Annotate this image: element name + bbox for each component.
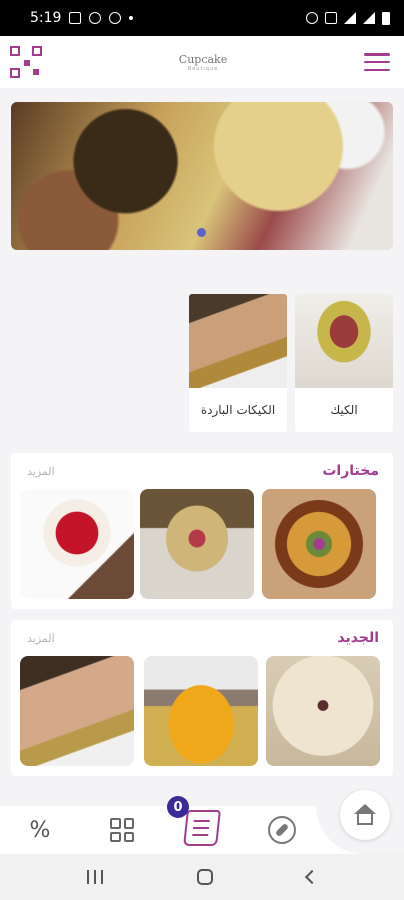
notification-icon: [109, 12, 122, 24]
category-card-cake[interactable]: الكيك: [295, 294, 393, 432]
cart-count-badge: 0: [167, 796, 189, 818]
home-button[interactable]: [340, 790, 390, 840]
app-header: Cupcake Boutique: [0, 36, 404, 88]
gallery-icon: [69, 12, 82, 24]
alarm-icon: [306, 12, 318, 24]
percent-icon: %: [29, 817, 51, 843]
promo-banner[interactable]: [11, 102, 393, 250]
status-time: 5:19: [30, 10, 62, 26]
categories-tab[interactable]: [108, 816, 136, 844]
offers-tab[interactable]: %: [26, 816, 54, 844]
explore-tab[interactable]: [268, 816, 296, 844]
more-link[interactable]: المزيد: [27, 632, 55, 645]
more-notifications-icon: [129, 16, 134, 20]
more-link[interactable]: المزيد: [27, 465, 55, 478]
category-label: الكيك: [330, 403, 358, 417]
signal-icon: [363, 12, 375, 24]
logo-brand: Cupcake: [178, 52, 228, 66]
product-card[interactable]: [20, 489, 134, 599]
category-label: الكيكات الباردة: [200, 403, 276, 417]
cart-icon[interactable]: [183, 810, 221, 846]
category-image: [295, 294, 393, 388]
system-home-icon[interactable]: [197, 869, 213, 885]
battery-icon: [382, 11, 390, 25]
qr-code-icon[interactable]: [10, 46, 42, 78]
home-icon: [353, 804, 377, 826]
product-card[interactable]: [20, 656, 134, 766]
vibrate-icon: [325, 12, 337, 24]
status-bar: 5:19: [0, 0, 404, 36]
compass-icon: [268, 816, 296, 844]
section-title: مختارات: [322, 463, 379, 479]
new-section: الجديد المزيد: [11, 620, 393, 776]
logo-sub: Boutique: [187, 65, 219, 72]
category-card-cold-cakes[interactable]: الكيكات الباردة: [189, 294, 287, 432]
whatsapp-icon: [89, 12, 102, 24]
product-card[interactable]: [262, 489, 376, 599]
section-title: الجديد: [337, 630, 379, 646]
menu-icon[interactable]: [364, 53, 390, 71]
back-icon[interactable]: [304, 869, 320, 885]
carousel-indicator[interactable]: [197, 228, 206, 237]
featured-section: مختارات المزيد: [11, 453, 393, 609]
category-image: [189, 294, 287, 388]
grid-icon: [110, 818, 134, 842]
app-logo: Cupcake Boutique: [179, 53, 227, 72]
recent-apps-icon[interactable]: [87, 870, 103, 884]
wifi-icon: [344, 12, 356, 24]
product-card[interactable]: [140, 489, 254, 599]
product-card[interactable]: [144, 656, 258, 766]
product-card[interactable]: [266, 656, 380, 766]
system-navigation-bar: [0, 854, 404, 900]
